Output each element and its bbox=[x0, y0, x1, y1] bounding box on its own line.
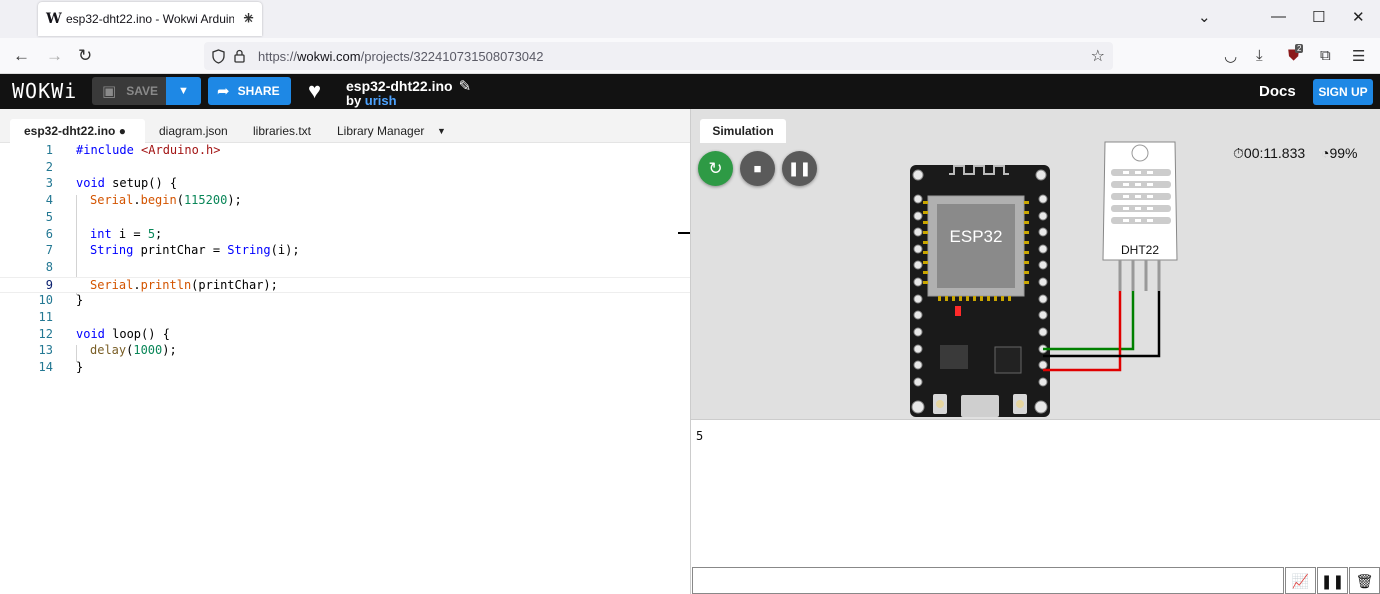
shield-icon[interactable] bbox=[212, 49, 225, 64]
code-line: 14} bbox=[38, 360, 84, 375]
code-line: 12 void loop() { bbox=[38, 326, 170, 341]
url-text: https://wokwi.com/projects/3224107315080… bbox=[258, 48, 544, 64]
browser-toolbar: ← → ↻ https://wokwi.com/projects/3224107… bbox=[0, 38, 1380, 74]
share-button[interactable]: ➦ SHARE bbox=[208, 77, 291, 105]
code-line: 11 bbox=[38, 310, 53, 324]
browser-tab-title: esp32-dht22.ino - Wokwi Arduino bbox=[66, 12, 234, 26]
code-line: 1 #include <Arduino.h> bbox=[45, 143, 221, 157]
lock-icon[interactable] bbox=[234, 49, 245, 63]
dht22-label: DHT22 bbox=[1121, 243, 1159, 257]
docs-link[interactable]: Docs bbox=[1259, 83, 1296, 100]
extension-badge: 2 bbox=[1295, 44, 1304, 53]
tab-diagram-json[interactable]: diagram.json bbox=[159, 119, 228, 143]
tab-libraries-txt[interactable]: libraries.txt bbox=[253, 119, 311, 143]
code-line: 4 Serial.begin(115200); bbox=[45, 193, 242, 208]
sign-up-button[interactable]: SIGN UP bbox=[1313, 79, 1373, 105]
code-line: 8 bbox=[45, 259, 53, 274]
wokwi-logo[interactable]: WOKWi bbox=[12, 79, 77, 103]
share-arrow-icon: ➦ bbox=[217, 83, 230, 100]
save-button[interactable]: ▣ SAVE ▼ bbox=[92, 77, 201, 105]
serial-output: 5 bbox=[696, 429, 704, 443]
hamburger-menu-icon[interactable]: ☰ bbox=[1352, 47, 1365, 65]
code-line: 3 void setup() { bbox=[45, 176, 178, 191]
tab-library-manager[interactable]: Library Manager bbox=[337, 119, 424, 143]
plotter-chart-icon[interactable]: 📈 bbox=[1285, 567, 1316, 594]
author-link[interactable]: urish bbox=[365, 93, 397, 108]
minimize-icon[interactable]: — bbox=[1271, 8, 1286, 25]
edit-pencil-icon[interactable]: ✎ bbox=[459, 78, 472, 95]
download-icon[interactable]: ⤓ bbox=[1256, 47, 1263, 64]
editor-tabs: esp32-dht22.ino ● diagram.json libraries… bbox=[0, 109, 690, 143]
extensions-puzzle-icon[interactable]: ⧉ bbox=[1320, 47, 1331, 64]
share-label: SHARE bbox=[237, 84, 280, 98]
dht22-sensor[interactable]: DHT22 bbox=[1102, 141, 1178, 291]
tabs-dropdown-icon[interactable]: ▼ bbox=[437, 119, 446, 143]
save-dropdown-icon[interactable]: ▼ bbox=[166, 77, 201, 105]
project-author: by urish bbox=[346, 93, 397, 108]
back-icon[interactable]: ← bbox=[13, 46, 30, 66]
pocket-icon[interactable]: ◡ bbox=[1224, 47, 1237, 65]
save-disk-icon: ▣ bbox=[102, 83, 117, 100]
serial-input[interactable] bbox=[692, 567, 1284, 594]
bookmark-star-icon[interactable]: ☆ bbox=[1091, 46, 1105, 66]
code-line: 6 int i = 5; bbox=[45, 226, 163, 241]
code-line-current: 9 Serial.println(printChar); bbox=[0, 276, 690, 294]
code-line: 7 String printChar = String(i); bbox=[45, 243, 300, 258]
esp32-label: ESP32 bbox=[950, 227, 1003, 246]
code-line: 5 bbox=[45, 209, 53, 224]
wokwi-header: WOKWi ▣ SAVE ▼ ➦ SHARE ♥ esp32-dht22.ino… bbox=[0, 74, 1380, 109]
code-editor-pane: esp32-dht22.ino ● diagram.json libraries… bbox=[0, 109, 690, 594]
esp32-board[interactable]: ESP32 bbox=[910, 165, 1050, 417]
serial-monitor: 5 📈 ❚❚ 🗑 bbox=[691, 419, 1380, 594]
forward-icon[interactable]: → bbox=[46, 46, 63, 66]
trash-icon[interactable]: 🗑 bbox=[1349, 567, 1380, 594]
circuit-diagram: ESP32 DHT22 bbox=[910, 141, 1178, 417]
splitter-handle[interactable] bbox=[678, 232, 690, 234]
browser-tab-bar: W esp32-dht22.ino - Wokwi Arduino ✕ + ⌄ … bbox=[0, 0, 1380, 38]
save-label: SAVE bbox=[126, 84, 158, 98]
code-line: 13 delay(1000); bbox=[38, 343, 177, 358]
wokwi-favicon-icon: W bbox=[46, 11, 62, 27]
code-line: 2 bbox=[45, 159, 53, 174]
wire-black[interactable] bbox=[1043, 291, 1161, 358]
tab-esp32-dht22-ino[interactable]: esp32-dht22.ino ● bbox=[10, 119, 145, 143]
chevron-down-icon[interactable]: ⌄ bbox=[1198, 8, 1211, 26]
new-tab-icon[interactable]: + bbox=[243, 8, 254, 30]
address-bar[interactable]: https://wokwi.com/projects/3224107315080… bbox=[204, 42, 1113, 70]
pause-serial-icon[interactable]: ❚❚ bbox=[1317, 567, 1348, 594]
code-area[interactable]: 1 #include <Arduino.h> 2 3 void setup() { … bbox=[0, 143, 690, 594]
simulation-pane: Simulation ↻ ■ ❚❚ ⏱00:11.833 ◔99% ESP32 bbox=[691, 109, 1380, 419]
browser-tab[interactable]: W esp32-dht22.ino - Wokwi Arduino ✕ bbox=[38, 2, 262, 36]
reload-icon[interactable]: ↻ bbox=[78, 46, 92, 66]
close-window-icon[interactable]: ✕ bbox=[1352, 8, 1365, 26]
code-line: 10} bbox=[38, 293, 84, 308]
maximize-icon[interactable]: ☐ bbox=[1312, 8, 1325, 26]
wire-red[interactable] bbox=[1043, 291, 1122, 372]
heart-icon[interactable]: ♥ bbox=[308, 78, 321, 104]
